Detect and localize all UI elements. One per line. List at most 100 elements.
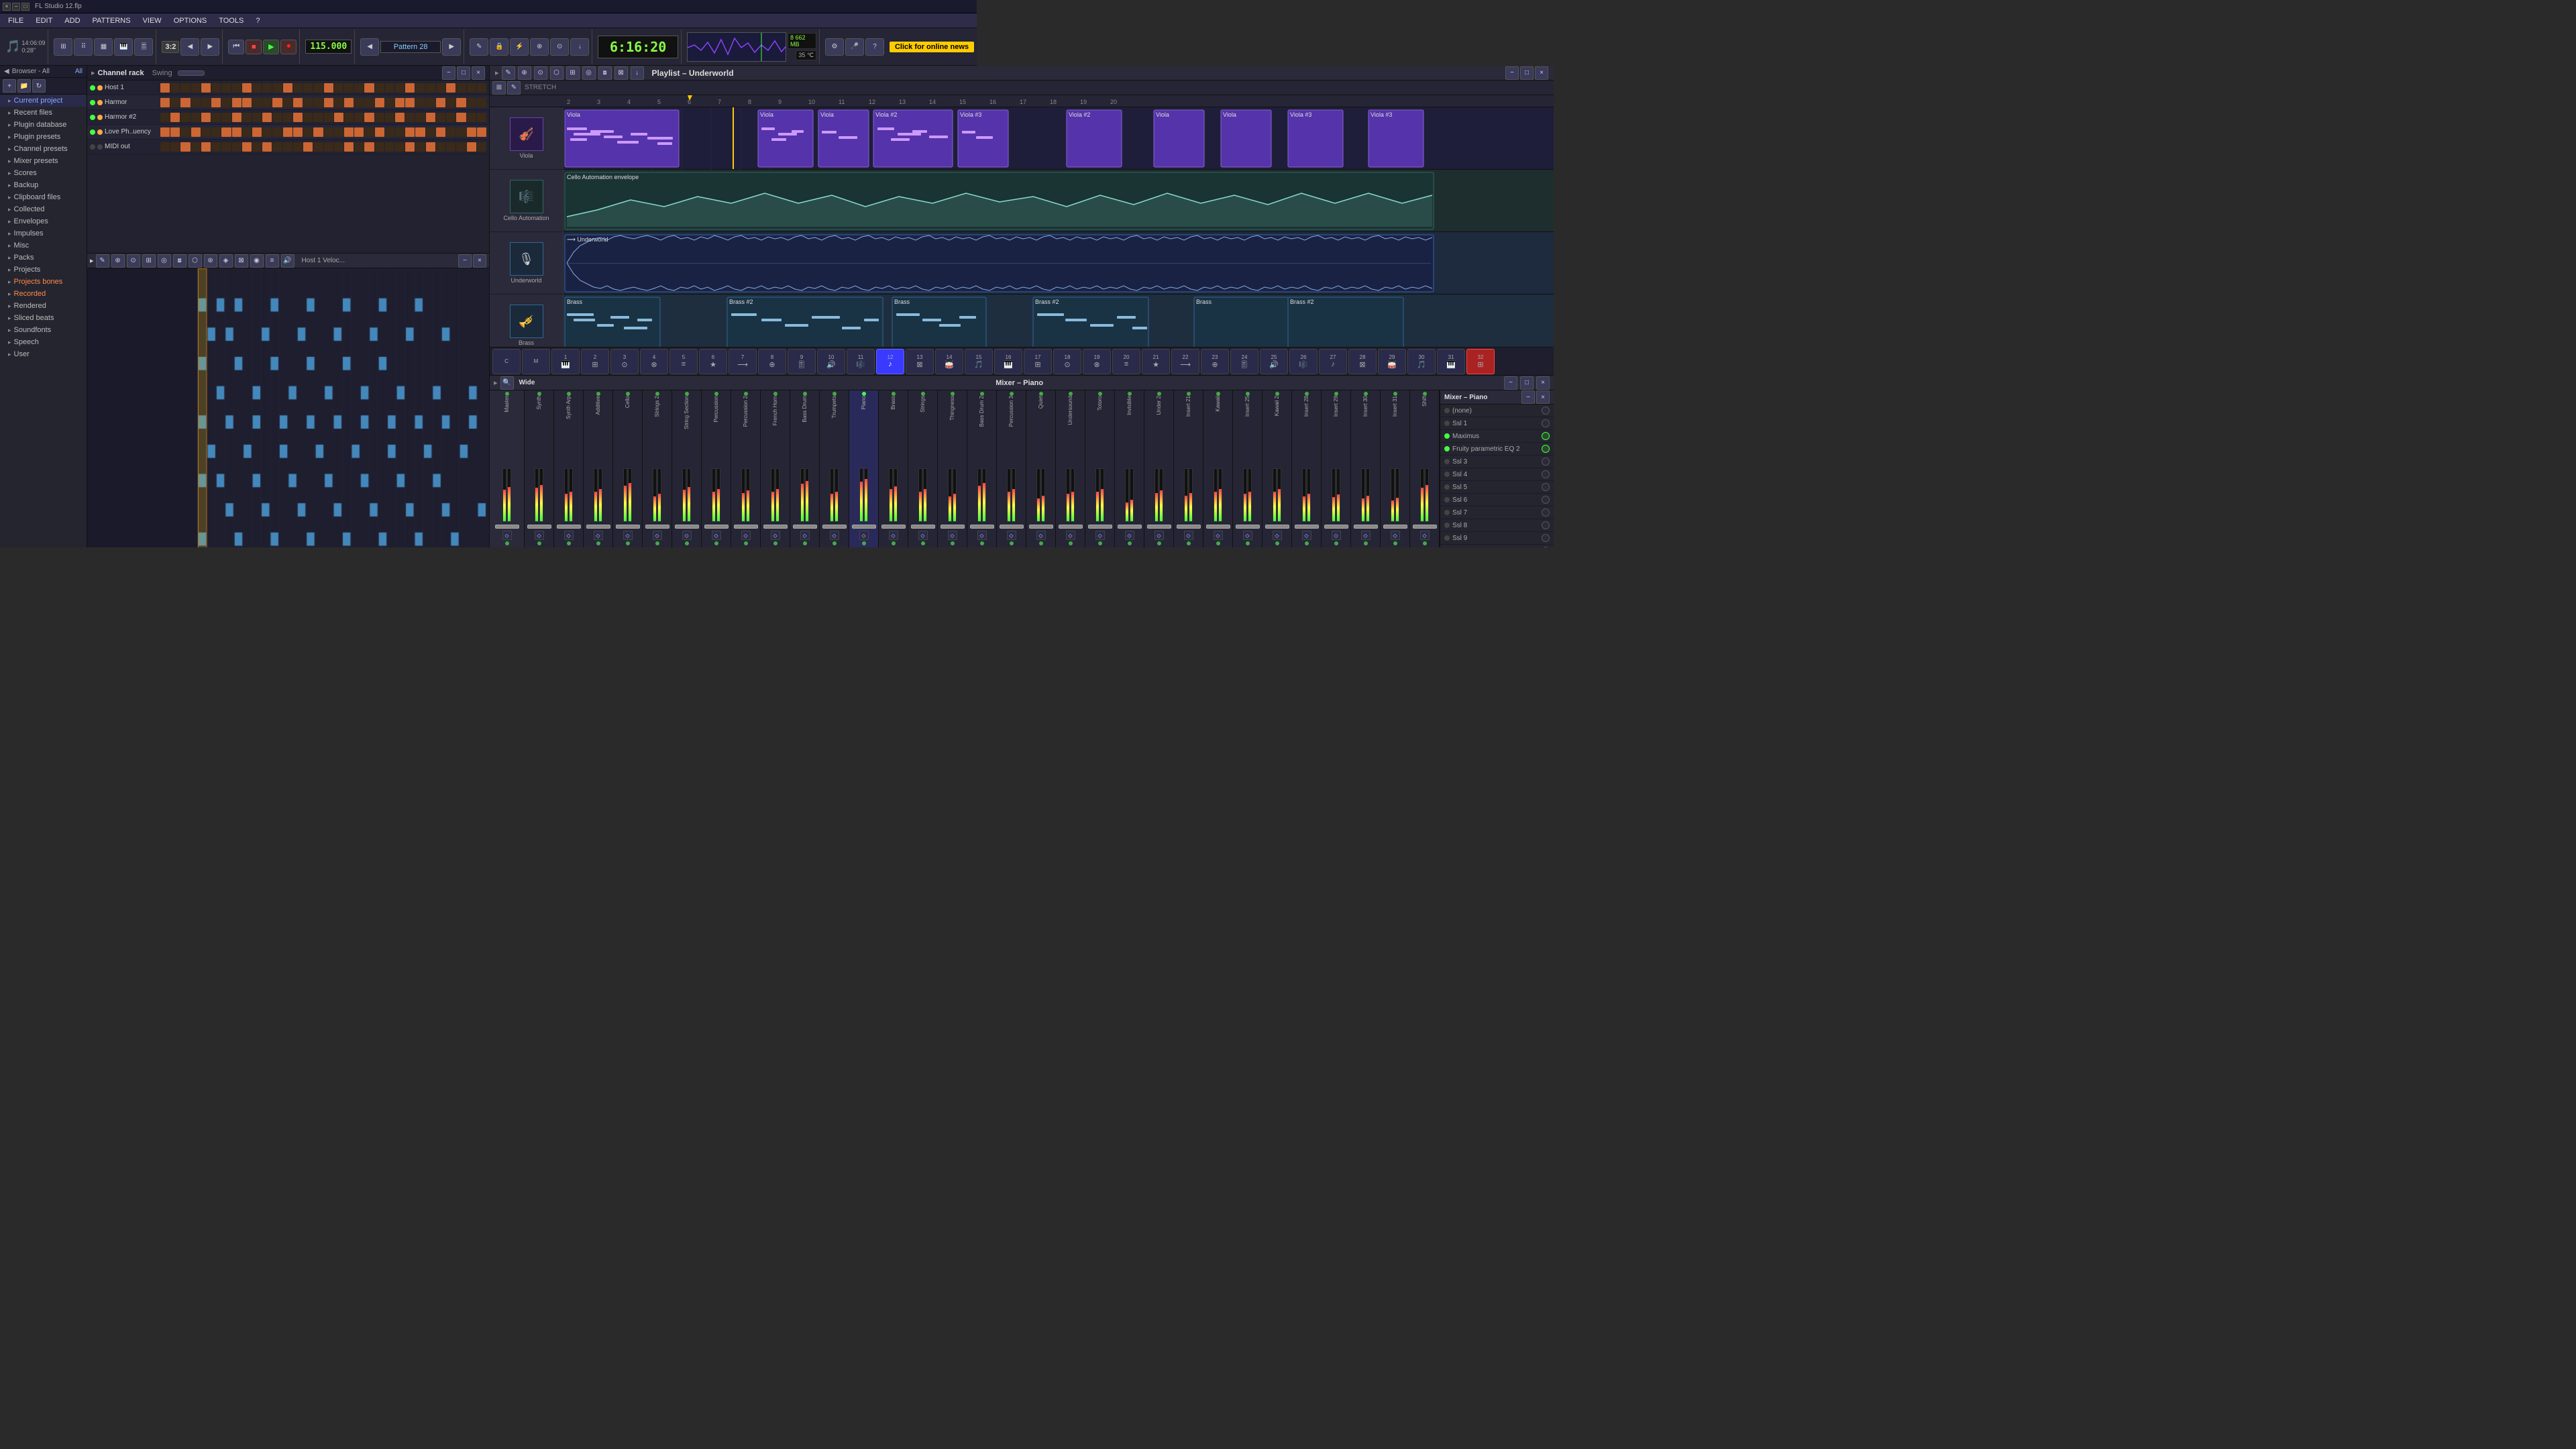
- be-btn-3[interactable]: ⊙: [127, 254, 140, 268]
- mixer-ch-french-horn[interactable]: French Horn ◇: [761, 390, 790, 547]
- pl-btn-4[interactable]: ⬡: [550, 66, 564, 80]
- step-cell[interactable]: [232, 142, 241, 152]
- menu-help[interactable]: ?: [250, 15, 265, 26]
- step-cell[interactable]: [385, 113, 394, 122]
- ch-knob-18[interactable]: [1029, 525, 1053, 529]
- sidebar-item-rendered[interactable]: ▸ Rendered: [0, 300, 87, 312]
- step-cell[interactable]: [313, 127, 323, 137]
- pattern-btn-18[interactable]: 18 ⊙: [1053, 349, 1081, 374]
- step-cell[interactable]: [293, 113, 303, 122]
- mixer-ch-string-section[interactable]: String Section ◇: [672, 390, 702, 547]
- effect-slot-3[interactable]: Fruity parametric EQ 2: [1440, 443, 1554, 455]
- mixer-ch-percussion-3[interactable]: Percussion 3 ◇: [997, 390, 1026, 547]
- mx-min-btn[interactable]: −: [1504, 376, 1517, 390]
- ch-knob-31[interactable]: [1413, 525, 1437, 529]
- step-cell[interactable]: [415, 127, 425, 137]
- step-cell[interactable]: [191, 142, 201, 152]
- ch-knob-11[interactable]: [822, 525, 847, 529]
- effect-slot-8[interactable]: Ssl 7: [1440, 506, 1554, 519]
- func-btn-3[interactable]: ?: [865, 38, 884, 56]
- step-cell[interactable]: [395, 127, 405, 137]
- pl-min-btn[interactable]: −: [1505, 66, 1519, 80]
- rm-min-btn[interactable]: −: [1521, 390, 1535, 404]
- step-cell[interactable]: [191, 113, 201, 122]
- step-cell[interactable]: [262, 127, 272, 137]
- pattern-btn-26[interactable]: 26 🎼: [1289, 349, 1318, 374]
- step-cell[interactable]: [170, 127, 180, 137]
- pattern-btn-29[interactable]: 29 🥁: [1378, 349, 1406, 374]
- cr-max-btn[interactable]: □: [457, 66, 470, 80]
- step-cell[interactable]: [272, 142, 282, 152]
- mixer-ch-insert-25[interactable]: Insert 25 ◇: [1233, 390, 1263, 547]
- ch-knob-16[interactable]: [970, 525, 994, 529]
- be-x-btn[interactable]: ×: [473, 254, 486, 268]
- step-cell[interactable]: [211, 98, 221, 107]
- ch-pan-1[interactable]: ◇: [535, 531, 544, 540]
- step-cell[interactable]: [191, 127, 201, 137]
- mixer-ch-insert-31[interactable]: Insert 31 ◇: [1381, 390, 1410, 547]
- step-cell[interactable]: [293, 127, 303, 137]
- piano-roll-btn[interactable]: 🎹: [114, 38, 133, 56]
- ch-knob-12[interactable]: [852, 525, 876, 529]
- step-cell[interactable]: [262, 83, 272, 93]
- step-cell[interactable]: [354, 142, 364, 152]
- step-cell[interactable]: [426, 142, 435, 152]
- step-cell[interactable]: [324, 83, 333, 93]
- mixer-ch-under-2[interactable]: Under 2 ◇: [1144, 390, 1174, 547]
- sidebar-item-impulses[interactable]: ▸ Impulses: [0, 227, 87, 239]
- step-cell[interactable]: [242, 142, 252, 152]
- pattern-btn-19[interactable]: 19 ⊗: [1083, 349, 1111, 374]
- be-btn-9[interactable]: ◈: [219, 254, 233, 268]
- snap-display[interactable]: 3:2: [162, 41, 179, 53]
- pl-max-btn[interactable]: □: [1520, 66, 1534, 80]
- ch-pan-6[interactable]: ◇: [682, 531, 692, 540]
- menu-add[interactable]: ADD: [59, 15, 85, 26]
- pattern-btn-21[interactable]: 21 ★: [1142, 349, 1170, 374]
- be-btn-13[interactable]: 🔊: [281, 254, 294, 268]
- mixer-btn[interactable]: 🎚: [134, 38, 153, 56]
- step-cell[interactable]: [221, 127, 231, 137]
- step-cell[interactable]: [201, 83, 211, 93]
- mixer-ch-additive[interactable]: Additive ◇: [584, 390, 613, 547]
- func-btn-1[interactable]: ⚙: [825, 38, 844, 56]
- sidebar-item-backup[interactable]: ▸ Backup: [0, 179, 87, 191]
- snap-down-btn[interactable]: ◀: [180, 38, 199, 56]
- pl-btn-3[interactable]: ⊙: [534, 66, 547, 80]
- news-button[interactable]: Click for online news: [890, 42, 974, 52]
- sidebar-item-channel-presets[interactable]: ▸ Channel presets: [0, 143, 87, 155]
- pattern-btn-30[interactable]: 30 🎵: [1407, 349, 1436, 374]
- sidebar-item-speech[interactable]: ▸ Speech: [0, 336, 87, 348]
- ch-pan-23[interactable]: ◇: [1184, 531, 1193, 540]
- step-cell[interactable]: [324, 142, 333, 152]
- step-cell[interactable]: [395, 98, 405, 107]
- pattern-btn-C[interactable]: C: [492, 349, 521, 374]
- step-cell[interactable]: [467, 98, 476, 107]
- ch-knob-7[interactable]: [704, 525, 729, 529]
- pattern-btn-7[interactable]: 7 ⟶: [729, 349, 757, 374]
- step-cell[interactable]: [477, 127, 486, 137]
- sidebar-item-projects-bones[interactable]: ▸ Projects bones: [0, 276, 87, 288]
- be-btn-11[interactable]: ◉: [250, 254, 264, 268]
- sidebar-item-soundfonts[interactable]: ▸ Soundfonts: [0, 324, 87, 336]
- rewind-btn[interactable]: ⏮: [228, 40, 244, 54]
- pattern-btn-27[interactable]: 27 ♪: [1319, 349, 1347, 374]
- be-close-btn[interactable]: −: [458, 254, 472, 268]
- step-cell[interactable]: [201, 98, 211, 107]
- channel-row-3[interactable]: Love Ph..uency: [87, 125, 489, 140]
- step-cell[interactable]: [221, 142, 231, 152]
- step-cell[interactable]: [436, 83, 445, 93]
- ch-pan-0[interactable]: ◇: [502, 531, 512, 540]
- ch-pan-2[interactable]: ◇: [564, 531, 574, 540]
- pattern-btn-10[interactable]: 10 🔊: [817, 349, 845, 374]
- step-cell[interactable]: [242, 113, 252, 122]
- be-btn-12[interactable]: ≡: [266, 254, 279, 268]
- step-cell[interactable]: [313, 83, 323, 93]
- pattern-btn-14[interactable]: 14 🥁: [935, 349, 963, 374]
- step-cell[interactable]: [385, 98, 394, 107]
- tool-btn-3[interactable]: ⚡: [510, 38, 529, 56]
- ch-pan-11[interactable]: ◇: [830, 531, 839, 540]
- mixer-ch-brass[interactable]: Brass ◇: [879, 390, 908, 547]
- step-cell[interactable]: [456, 83, 466, 93]
- step-cell[interactable]: [477, 142, 486, 152]
- step-cell[interactable]: [252, 113, 262, 122]
